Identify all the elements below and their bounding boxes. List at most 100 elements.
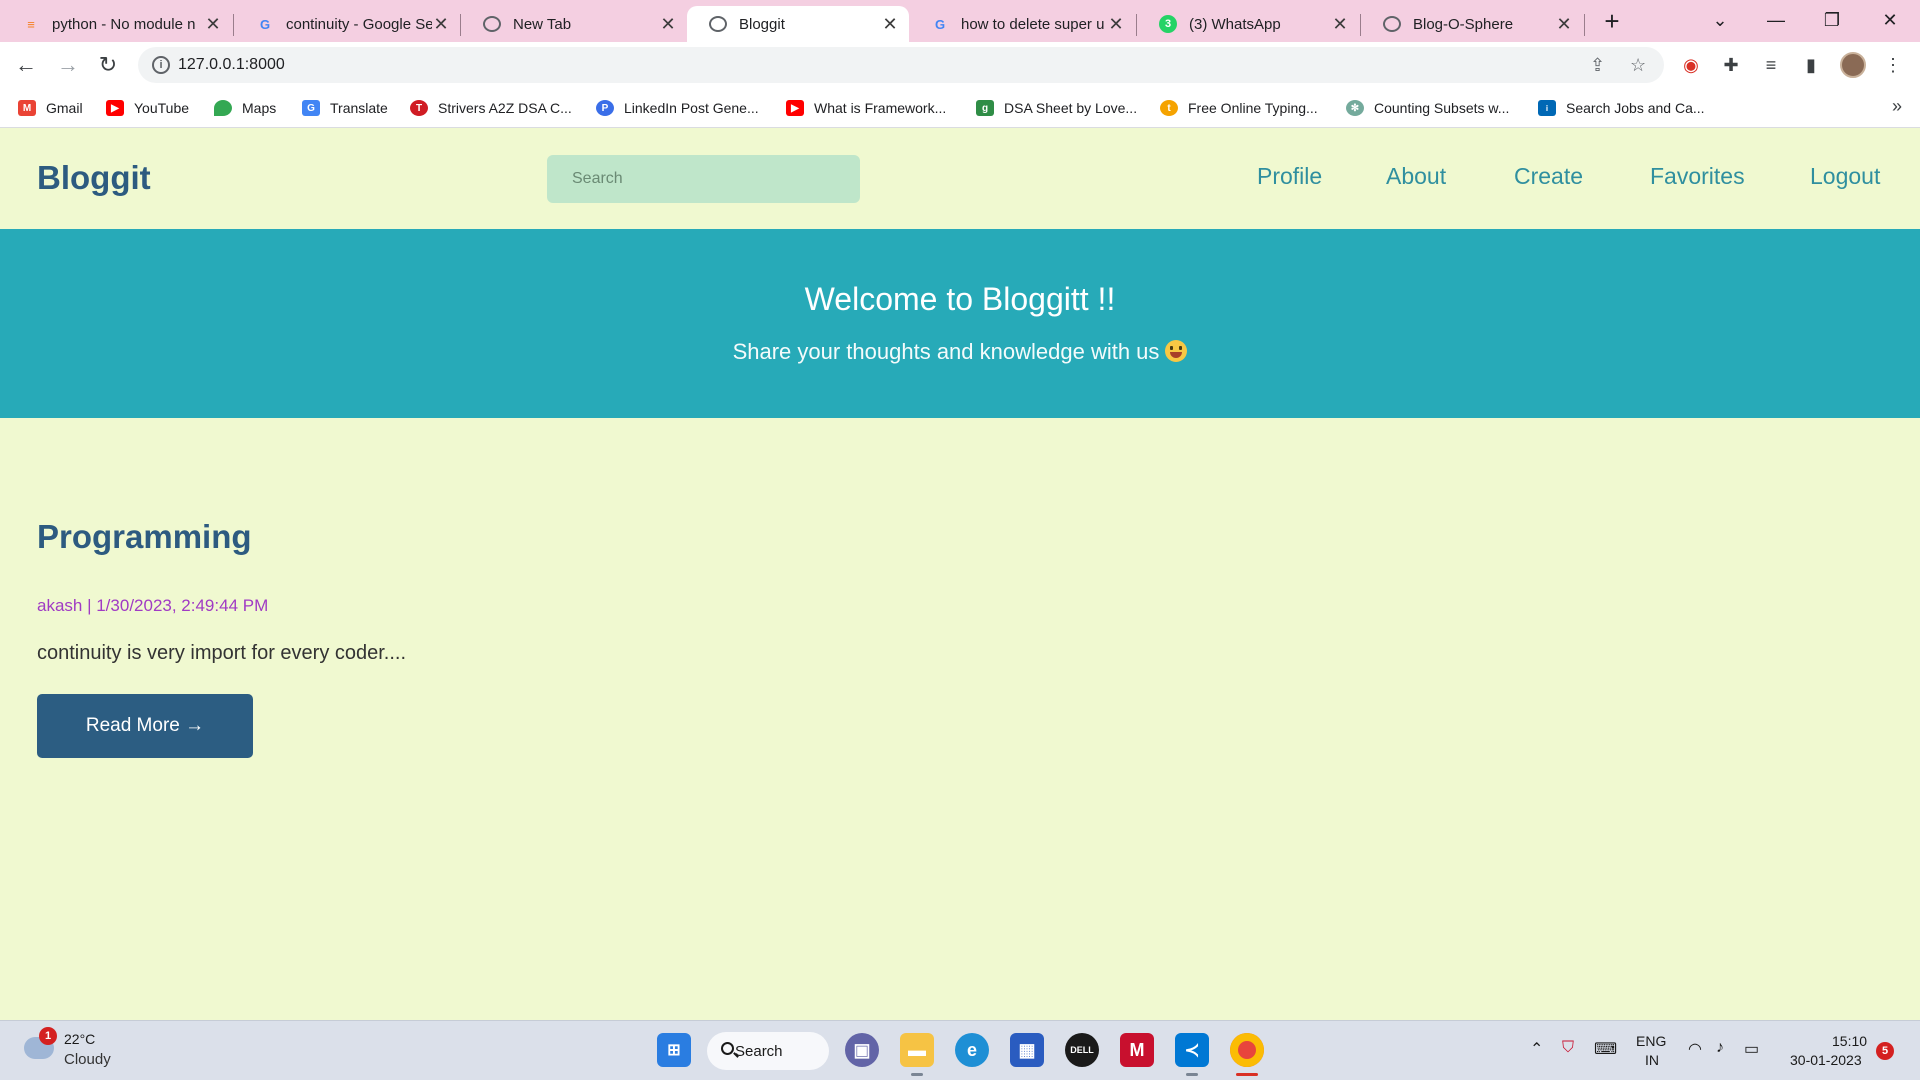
google-icon: G [934,16,946,32]
share-icon[interactable]: ⇪ [1590,55,1605,76]
globe-icon [709,16,727,32]
site-navbar: Bloggit Profile About Create Favorites L… [0,129,1920,229]
bookmark-typing[interactable]: t Free Online Typing... [1160,88,1318,128]
tab-new-tab[interactable]: New Tab ✕ [461,6,687,42]
bookmark-linkedin-gen[interactable]: P LinkedIn Post Gene... [596,88,759,128]
back-icon[interactable]: ← [12,51,40,79]
side-panel-icon[interactable]: ▮ [1798,52,1824,78]
tab-title: continuity - Google Se [286,15,432,33]
tab-search-chevron-icon[interactable]: ⌄ [1700,6,1740,34]
more-menu-icon[interactable]: ⋮ [1880,52,1906,78]
address-bar[interactable]: i 127.0.0.1:8000 ⇪ ☆ [138,47,1664,83]
windows-start-icon[interactable]: ⊞ [657,1033,691,1067]
clock-time[interactable]: 15:10 [1832,1033,1867,1049]
tab-continuity[interactable]: G continuity - Google Se ✕ [234,6,460,42]
new-tab-button[interactable]: + [1598,8,1626,36]
volume-icon[interactable]: ♪ [1716,1039,1724,1057]
teams-chat-icon[interactable]: ▣ [845,1033,879,1067]
bookmark-youtube[interactable]: ▶ YouTube [106,88,189,128]
notification-badge[interactable]: 5 [1876,1042,1894,1060]
search-input[interactable] [547,155,860,203]
mcafee-tray-icon[interactable]: ⛉ [1562,1039,1574,1057]
bookmark-intel-jobs[interactable]: i Search Jobs and Ca... [1538,88,1705,128]
close-icon[interactable]: ✕ [881,14,899,35]
hero-subtitle: Share your thoughts and knowledge with u… [732,339,1160,364]
restore-icon[interactable]: ❐ [1812,6,1852,34]
taskbar-search[interactable]: Search [707,1032,829,1070]
region-code[interactable]: IN [1645,1052,1659,1068]
os-taskbar: 1 22°C Cloudy ⊞ Search ▣ ▬ e ▦ DELL M ≺ … [0,1020,1920,1080]
weather-condition[interactable]: Cloudy [64,1051,111,1068]
weather-temperature[interactable]: 22°C [64,1031,95,1047]
minimize-icon[interactable]: — [1756,6,1796,34]
bookmark-star-icon[interactable]: ☆ [1630,55,1646,76]
close-icon[interactable]: ✕ [432,14,450,35]
tab-python[interactable]: ≡ python - No module n ✕ [0,6,232,42]
google-icon: G [259,16,271,32]
bookmark-label: Search Jobs and Ca... [1566,100,1705,116]
linkedin-gen-icon: P [596,100,614,116]
nav-profile[interactable]: Profile [1257,163,1322,190]
bookmark-dsa-sheet[interactable]: g DSA Sheet by Love... [976,88,1137,128]
close-window-icon[interactable]: ✕ [1870,6,1910,34]
bookmark-strivers[interactable]: T Strivers A2Z DSA C... [410,88,572,128]
whatsapp-icon: 3 [1159,15,1177,33]
close-icon[interactable]: ✕ [659,14,677,35]
media-control-icon[interactable]: ≡ [1758,52,1784,78]
close-icon[interactable]: ✕ [1555,14,1573,35]
tab-blog-o-sphere[interactable]: Blog-O-Sphere ✕ [1361,6,1583,42]
bookmark-gmail[interactable]: M Gmail [18,88,83,128]
tab-delete-super[interactable]: G how to delete super u ✕ [909,6,1135,42]
battery-icon[interactable]: ▭ [1744,1039,1759,1059]
nav-create[interactable]: Create [1514,163,1583,190]
bookmarks-bar: M Gmail ▶ YouTube Maps G Translate T Str… [0,88,1920,128]
nav-logout[interactable]: Logout [1810,163,1880,190]
post-meta: akash | 1/30/2023, 2:49:44 PM [37,596,269,615]
site-info-icon[interactable]: i [152,56,170,74]
keyboard-icon[interactable]: ⌨ [1594,1039,1617,1059]
tab-bloggit[interactable]: Bloggit ✕ [687,6,909,42]
language-code[interactable]: ENG [1636,1033,1666,1049]
microsoft-store-icon[interactable]: ▦ [1010,1033,1044,1067]
forward-icon[interactable]: → [54,51,82,79]
app-active-indicator [1236,1073,1258,1076]
app-running-indicator [1186,1073,1198,1076]
bookmark-framework[interactable]: ▶ What is Framework... [786,88,946,128]
nav-about[interactable]: About [1386,163,1446,190]
tab-title: how to delete super u [961,15,1105,33]
reload-icon[interactable]: ↻ [94,51,122,79]
tab-title: python - No module n [52,15,196,33]
edge-browser-icon[interactable]: e [955,1033,989,1067]
close-icon[interactable]: ✕ [1107,14,1125,35]
bookmark-label: DSA Sheet by Love... [1004,100,1138,116]
read-more-button[interactable]: Read More → [37,694,253,758]
file-explorer-icon[interactable]: ▬ [900,1033,934,1067]
close-icon[interactable]: ✕ [204,14,222,35]
profile-avatar[interactable] [1840,52,1866,78]
extensions-puzzle-icon[interactable]: ✚ [1718,52,1744,78]
youtube-icon: ▶ [786,100,804,116]
browser-toolbar: ← → ↻ i 127.0.0.1:8000 ⇪ ☆ ◉ ✚ ≡ ▮ ⋮ [0,42,1920,88]
mcafee-icon[interactable]: M [1120,1033,1154,1067]
show-hidden-icons-icon[interactable]: ⌃ [1530,1039,1543,1059]
tab-whatsapp[interactable]: 3 (3) WhatsApp ✕ [1137,6,1359,42]
bookmark-maps[interactable]: Maps [214,88,276,128]
site-brand[interactable]: Bloggit [37,159,151,197]
vscode-icon[interactable]: ≺ [1175,1033,1209,1067]
bookmarks-overflow-icon[interactable]: » [1892,96,1902,117]
nav-favorites[interactable]: Favorites [1650,163,1745,190]
typing-icon: t [1160,100,1178,116]
bookmark-translate[interactable]: G Translate [302,88,388,128]
wifi-icon[interactable]: ◠ [1688,1039,1702,1059]
close-icon[interactable]: ✕ [1331,14,1349,35]
bookmark-label: Strivers A2Z DSA C... [438,100,572,116]
hero-subtitle-line: Share your thoughts and knowledge with u… [0,339,1920,365]
clock-date[interactable]: 30-01-2023 [1790,1052,1862,1068]
extension-cast-icon[interactable]: ◉ [1678,52,1704,78]
chrome-taskbar-icon[interactable] [1230,1033,1264,1067]
bookmark-counting-subsets[interactable]: ✻ Counting Subsets w... [1346,88,1509,128]
dell-icon[interactable]: DELL [1065,1033,1099,1067]
tab-title: Bloggit [739,15,785,33]
maps-icon [214,100,232,116]
gfg-icon: g [976,100,994,116]
